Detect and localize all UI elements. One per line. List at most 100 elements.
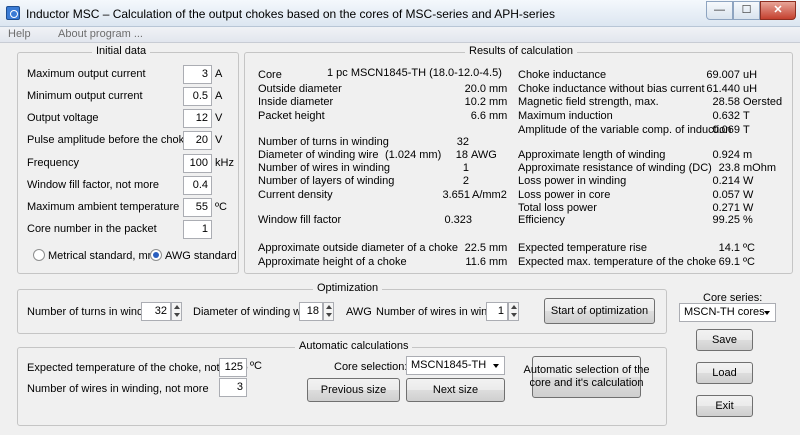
max-temp-label: Expected max. temperature of the choke [518, 256, 717, 268]
core-number-input[interactable]: 1 [183, 220, 212, 239]
opt-wire-unit: AWG [346, 306, 372, 318]
title-bar[interactable]: Inductor MSC – Calculation of the output… [0, 0, 800, 27]
save-button[interactable]: Save [696, 329, 753, 351]
inductance-unit: uH [743, 69, 758, 81]
core-selection-value: MSCN1845-TH [411, 359, 487, 371]
awg-radio[interactable] [150, 249, 162, 261]
field-strength-label: Magnetic field strength, max. [518, 96, 659, 108]
app-icon [6, 6, 20, 20]
window-title: Inductor MSC – Calculation of the output… [26, 7, 555, 21]
approx-outside-diameter-value: 22.5 [464, 242, 486, 254]
optimization-title: Optimization [313, 282, 383, 294]
outside-diameter-value: 20.0 [464, 83, 486, 95]
turns-label: Number of turns in winding [258, 136, 389, 148]
opt-wires-input[interactable]: 1 [486, 302, 508, 321]
core-selection-label: Core selection: [334, 361, 408, 373]
auto-selection-button[interactable]: Automatic selection of the core and it's… [524, 356, 649, 398]
opt-turns-input[interactable]: 32 [141, 302, 171, 321]
packet-height-value: 6.6 [470, 110, 486, 122]
loss-winding-unit: W [743, 175, 754, 187]
temp-rise-label: Expected temperature rise [518, 242, 648, 254]
minimize-icon[interactable]: — [706, 1, 733, 20]
current-density-value: 3.651 [442, 189, 470, 201]
chevron-down-icon [764, 311, 770, 315]
max-temp-value: 69.1 [718, 256, 740, 268]
opt-wire-spinner[interactable] [323, 302, 334, 321]
inductance-no-bias-unit: uH [743, 83, 758, 95]
outside-diameter-label: Outside diameter [258, 83, 342, 95]
opt-wires-spinner[interactable] [508, 302, 519, 321]
ambient-temp-label: Maximum ambient temperature [27, 201, 180, 213]
start-optimization-button[interactable]: Start of optimization [544, 298, 655, 324]
core-selection-dropdown[interactable]: MSCN1845-TH [406, 356, 505, 375]
opt-wire-label: Diameter of winding wire [193, 306, 314, 318]
inductance-no-bias-value: 61.440 [706, 83, 740, 95]
approx-outside-diameter-unit: mm [489, 242, 508, 254]
load-button[interactable]: Load [696, 362, 753, 384]
approx-height-value: 11.6 [465, 256, 486, 268]
close-icon[interactable]: ✕ [760, 1, 796, 20]
auto-wires-input[interactable]: 3 [219, 378, 247, 397]
max-current-input[interactable]: 3 [183, 65, 212, 84]
output-voltage-label: Output voltage [27, 112, 99, 124]
window-fill-label: Window fill factor, not more [27, 179, 160, 191]
max-temp-unit: ºC [743, 256, 755, 268]
loss-winding-value: 0.214 [712, 175, 740, 187]
min-current-input[interactable]: 0.5 [183, 87, 212, 106]
approx-height-label: Approximate height of a choke [258, 256, 407, 268]
loss-core-unit: W [743, 189, 754, 201]
output-voltage-unit: V [215, 112, 223, 124]
wires-label: Number of wires in winding [258, 162, 391, 174]
opt-wire-input[interactable]: 18 [299, 302, 323, 321]
current-density-unit: A/mm2 [472, 189, 507, 201]
ambient-temp-input[interactable]: 55 [183, 198, 212, 217]
outside-diameter-unit: mm [489, 83, 508, 95]
packet-height-label: Packet height [258, 110, 325, 122]
metric-radio[interactable] [33, 249, 45, 261]
auto-wires-label: Number of wires in winding, not more [27, 383, 209, 395]
pulse-amplitude-label: Pulse amplitude before the choke [27, 134, 191, 146]
winding-length-unit: m [743, 149, 753, 161]
opt-turns-spinner[interactable] [171, 302, 182, 321]
maximize-icon[interactable]: ☐ [733, 1, 760, 20]
menu-about[interactable]: About program ... [58, 28, 143, 40]
exit-button[interactable]: Exit [696, 395, 753, 417]
core-series-dropdown[interactable]: MSCN-TH cores [679, 303, 776, 322]
auto-calc-title: Automatic calculations [295, 340, 413, 352]
max-induction-value: 0.632 [712, 110, 740, 122]
total-loss-unit: W [743, 202, 754, 214]
opt-turns-label: Number of turns in winding [27, 306, 158, 318]
inside-diameter-unit: mm [489, 96, 508, 108]
pulse-amplitude-input[interactable]: 20 [183, 131, 212, 150]
auto-temp-unit: ºC [250, 360, 262, 372]
field-strength-unit: Oersted [743, 96, 783, 108]
min-current-unit: A [215, 90, 223, 102]
auto-temp-label: Expected temperature of the choke, not m… [27, 362, 248, 374]
chevron-down-icon [493, 364, 499, 368]
packet-height-unit: mm [489, 110, 508, 122]
next-size-button[interactable]: Next size [406, 378, 505, 402]
winding-length-label: Approximate length of winding [518, 149, 666, 161]
initial-data-title: Initial data [92, 45, 151, 57]
frequency-label: Frequency [27, 157, 79, 169]
max-current-label: Maximum output current [27, 68, 146, 80]
output-voltage-input[interactable]: 12 [183, 109, 212, 128]
auto-temp-input[interactable]: 125 [219, 358, 247, 377]
efficiency-label: Efficiency [518, 214, 565, 226]
auto-selection-line2: core and it's calculation [529, 377, 644, 389]
temp-rise-unit: ºC [743, 242, 755, 254]
efficiency-unit: % [743, 214, 753, 226]
menu-help[interactable]: Help [8, 28, 31, 40]
window-fill-input[interactable]: 0.4 [183, 176, 212, 195]
frequency-input[interactable]: 100 [183, 154, 212, 173]
wire-diameter-mm: (1.024 mm) [385, 149, 442, 161]
inside-diameter-value: 10.2 [464, 96, 486, 108]
variable-induction-value: 0.069 [712, 124, 740, 136]
temp-rise-value: 14.1 [718, 242, 740, 254]
winding-resistance-unit: mOhm [743, 162, 776, 174]
total-loss-label: Total loss power [518, 202, 597, 214]
previous-size-button[interactable]: Previous size [307, 378, 400, 402]
menu-bar: Help About program ... [0, 27, 800, 43]
window-fill-result-label: Window fill factor [258, 214, 342, 226]
wire-diameter-label: Diameter of winding wire [258, 149, 379, 161]
